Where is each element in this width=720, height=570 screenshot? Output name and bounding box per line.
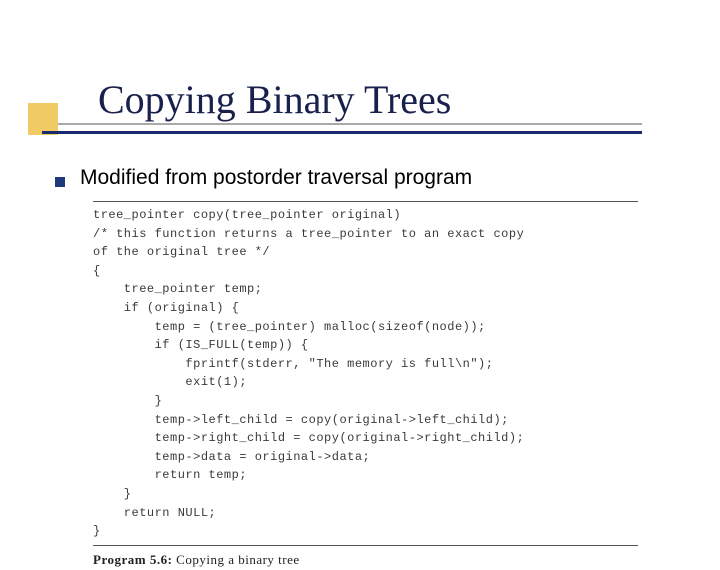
code-line: /* this function returns a tree_pointer … [93, 225, 638, 244]
code-line: } [93, 485, 638, 504]
caption-label: Program 5.6: [93, 552, 172, 567]
code-line: return NULL; [93, 504, 638, 523]
code-rule-top [93, 201, 638, 202]
code-listing: tree_pointer copy(tree_pointer original)… [93, 201, 638, 570]
code-line: tree_pointer copy(tree_pointer original) [93, 206, 638, 225]
code-line: temp = (tree_pointer) malloc(sizeof(node… [93, 318, 638, 337]
code-line: temp->right_child = copy(original->right… [93, 429, 638, 448]
code-line: exit(1); [93, 373, 638, 392]
code-line: tree_pointer temp; [93, 280, 638, 299]
code-line: temp->data = original->data; [93, 448, 638, 467]
title-underline-shadow [42, 123, 642, 125]
code-line: fprintf(stderr, "The memory is full\n"); [93, 355, 638, 374]
title-underline [42, 131, 642, 134]
caption-text: Copying a binary tree [172, 552, 299, 567]
code-line: { [93, 262, 638, 281]
code-line: if (IS_FULL(temp)) { [93, 336, 638, 355]
code-line: } [93, 522, 638, 541]
page-title: Copying Binary Trees [98, 76, 451, 123]
code-line: if (original) { [93, 299, 638, 318]
code-line: of the original tree */ [93, 243, 638, 262]
bullet-icon [55, 177, 65, 187]
code-caption: Program 5.6: Copying a binary tree [93, 550, 638, 570]
code-line: return temp; [93, 466, 638, 485]
bullet-text: Modified from postorder traversal progra… [80, 166, 472, 190]
code-line: } [93, 392, 638, 411]
code-line: temp->left_child = copy(original->left_c… [93, 411, 638, 430]
code-rule-bottom [93, 545, 638, 546]
